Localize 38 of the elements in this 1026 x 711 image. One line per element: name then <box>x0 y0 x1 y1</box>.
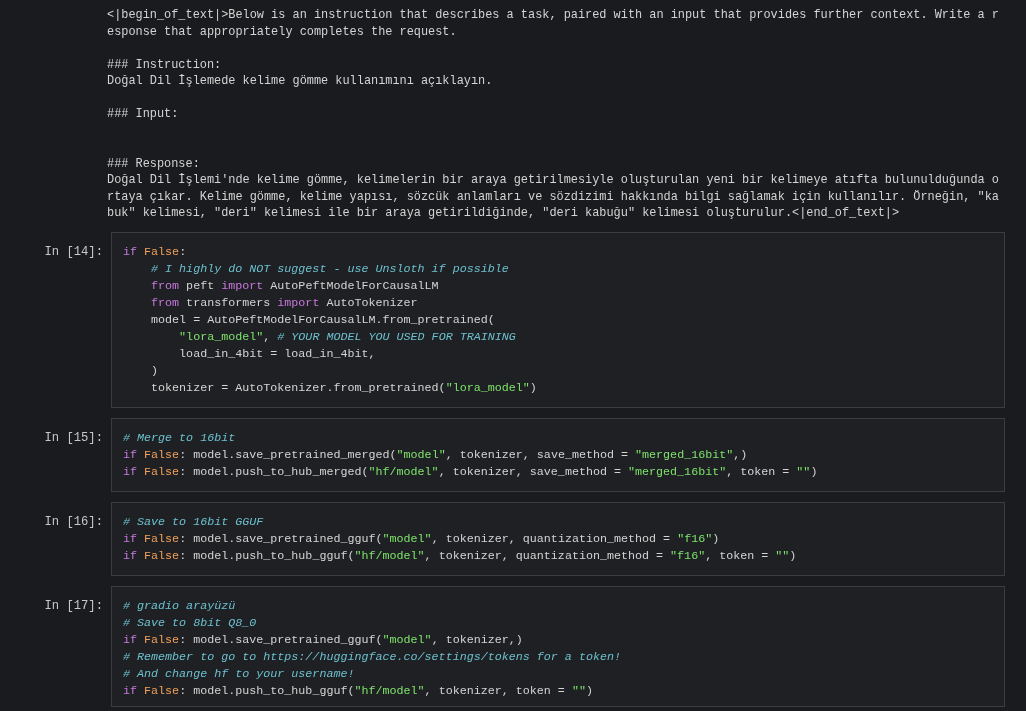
code-line: if False: model.save_pretrained_gguf("model", tokenizer, quantization_method = "f16") <box>123 530 720 548</box>
output-line: esponse that appropriately completes the request. <box>107 23 457 40</box>
code-line: ) <box>150 362 159 380</box>
code-cell[interactable] <box>111 585 1005 707</box>
output-line: Doğal Dil İşlemi'nde kelime gömme, kelimelerin bir araya getirilmesiyle oluşturulan yeni bir kelimeye atıfta bulunulduğunda o <box>107 172 999 189</box>
code-line: tokenizer = AutoTokenizer.from_pretrained("lora_model") <box>150 379 537 397</box>
output-line: buk" kelimesi, "deri" kelimesi ile bir araya getirildiğinde, "deri kabuğu" kelimesi oluşturulur.<|end_of_text|> <box>107 205 900 222</box>
code-line: if False: model.push_to_hub_gguf("hf/model", tokenizer, quantization_method = "f16", token = "") <box>123 547 797 565</box>
code-line: # Merge to 16bit <box>123 429 236 447</box>
code-line: from peft import AutoPeftModelForCausalLM <box>150 277 439 295</box>
code-cell[interactable] <box>111 231 1005 408</box>
output-line: rtaya çıkar. Kelime gömme, kelime yapısı, sözcük anlamları ve sözdizimi hakkında bilgi sağlamak için kullanılır. Örneğin, "ka <box>107 188 999 205</box>
code-line: # Save to 8bit Q8_0 <box>123 614 257 632</box>
code-line: # Save to 16bit GGUF <box>123 513 264 531</box>
code-line: # Remember to go to https://huggingface.co/settings/tokens for a token! <box>123 648 621 666</box>
code-line: "lora_model", # YOUR MODEL YOU USED FOR TRAINING <box>178 328 516 346</box>
code-line: # gradio arayüzü <box>123 597 236 615</box>
code-cell[interactable] <box>111 417 1005 492</box>
code-line: if False: model.save_pretrained_merged("model", tokenizer, save_method = "merged_16bit",) <box>123 446 748 464</box>
code-line: load_in_4bit = load_in_4bit, <box>178 345 376 363</box>
code-line: if False: model.push_to_hub_merged("hf/model", tokenizer, save_method = "merged_16bit", token = "") <box>123 463 818 481</box>
cell-prompt: In [17]: <box>44 597 103 615</box>
output-line: ### Response: <box>107 155 200 172</box>
code-line: if False: model.push_to_hub_gguf("hf/model", tokenizer, token = "") <box>123 682 593 700</box>
output-line: ### Instruction: <box>107 56 222 73</box>
code-line: if False: <box>123 243 187 261</box>
output-line: Doğal Dil İşlemede kelime gömme kullanımını açıklayın. <box>107 73 493 90</box>
code-line: model = AutoPeftModelForCausalLM.from_pretrained( <box>150 311 495 329</box>
output-line: ### Input: <box>107 106 179 123</box>
code-line: if False: model.save_pretrained_gguf("model", tokenizer,) <box>123 631 523 649</box>
cell-prompt: In [15]: <box>44 429 103 447</box>
code-line: # And change hf to your username! <box>123 665 355 683</box>
output-line: <|begin_of_text|>Below is an instruction that describes a task, paired with an input that provides further context. Write a r <box>107 7 999 24</box>
code-line: # I highly do NOT suggest - use Unsloth if possible <box>150 260 509 278</box>
code-cell[interactable] <box>111 501 1005 576</box>
cell-prompt: In [14]: <box>44 243 103 261</box>
cell-prompt: In [16]: <box>44 513 103 531</box>
code-line: from transformers import AutoTokenizer <box>150 294 418 312</box>
